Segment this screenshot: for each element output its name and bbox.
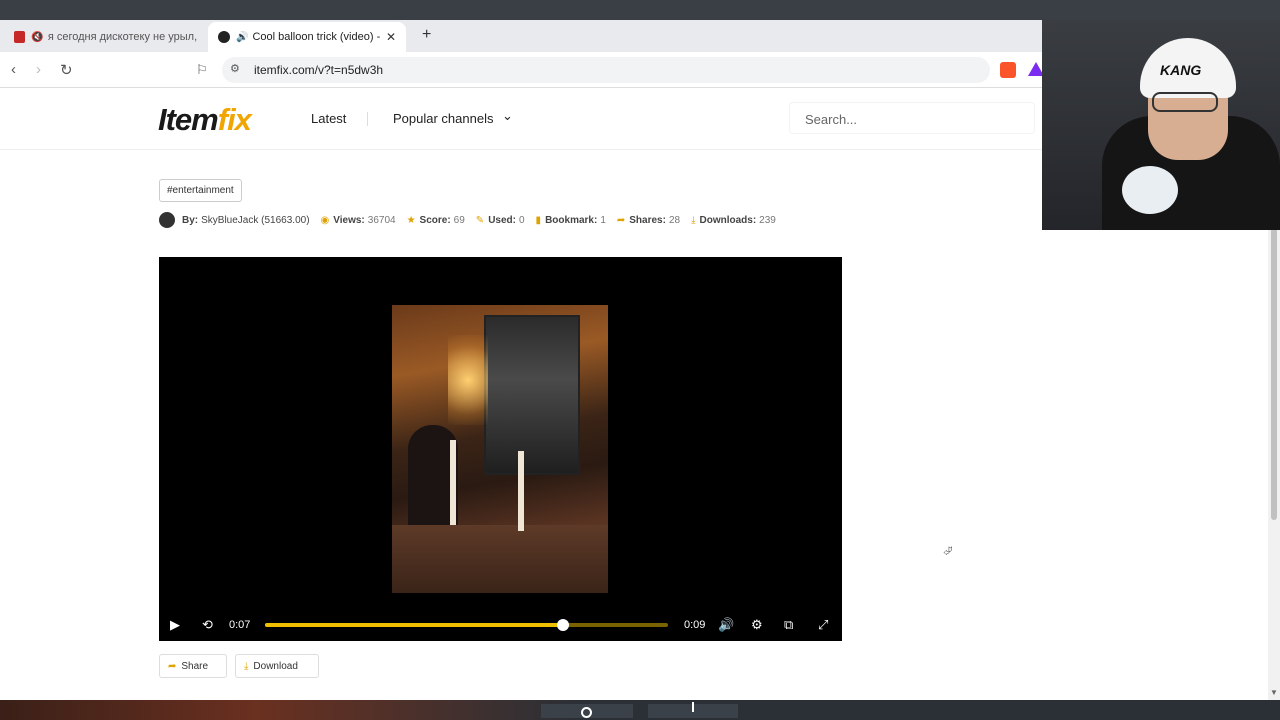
share-arrow-icon: ➦	[616, 214, 626, 226]
progress-bar[interactable]	[265, 619, 668, 631]
volume-icon[interactable]: 🔊	[718, 617, 734, 633]
tab-close-icon[interactable]: ✕	[386, 30, 396, 44]
meta-shares: ➦ Shares: 28	[617, 215, 680, 226]
taskbar-line-icon	[692, 702, 694, 712]
current-time: 0:07	[229, 619, 251, 631]
mouse-cursor-icon: ⮰	[943, 544, 953, 558]
download-button[interactable]: ⤓ Download	[235, 654, 319, 678]
new-tab-plus-icon[interactable]: +	[422, 26, 431, 44]
nav-divider	[367, 112, 368, 126]
meta-label: Used:	[488, 214, 516, 226]
meta-value: 0	[518, 214, 525, 226]
tab-favicon-icon	[14, 31, 26, 43]
author-link[interactable]: SkyBlueJack (51663.00)	[201, 215, 309, 226]
meta-bookmark: ▮ Bookmark: 1	[536, 215, 606, 226]
forward-arrow-icon[interactable]: ›	[36, 61, 41, 78]
meta-value: 36704	[367, 214, 396, 226]
meta-label: Score:	[419, 214, 451, 226]
reload-icon[interactable]: ↻	[60, 61, 73, 79]
tab-muted-icon[interactable]: 🔇	[31, 32, 43, 43]
meta-author: By: SkyBlueJack (51663.00)	[182, 215, 310, 226]
meta-used: ✎ Used: 0	[476, 215, 525, 226]
nav-popular-channels-link[interactable]: Popular channels	[393, 111, 493, 126]
webcam-microphone	[1122, 166, 1178, 214]
video-controls: ▶ ⟲ 0:07 0:09 🔊 ⚙ ⧉ ⤢	[159, 609, 842, 641]
post-meta-row: By: SkyBlueJack (51663.00) ◉ Views: 36704 ★…	[159, 212, 787, 228]
video-player[interactable]: ▶ ⟲ 0:07 0:09 🔊 ⚙ ⧉ ⤢	[159, 257, 842, 641]
meta-label: By:	[182, 214, 199, 226]
share-button[interactable]: ➦ Share	[159, 654, 227, 678]
video-frame	[392, 305, 608, 593]
play-icon[interactable]: ▶	[170, 617, 180, 633]
meta-label: Views:	[333, 214, 365, 226]
taskbar-circle-icon	[581, 707, 592, 718]
tab-favicon-icon	[218, 31, 230, 43]
rewind-10-icon[interactable]: ⟲	[202, 617, 213, 633]
meta-downloads: ⤓ Downloads: 239	[691, 215, 776, 226]
search-placeholder: Search...	[805, 112, 858, 127]
progress-handle[interactable]	[557, 619, 570, 631]
browser-tab-inactive[interactable]: 🔇 я сегодня дискотеку не урыл, а	[4, 22, 208, 52]
meta-views: ◉ Views: 36704	[321, 215, 396, 226]
webcam-glasses	[1152, 92, 1218, 112]
meta-label: Shares:	[629, 214, 666, 226]
bookmark-icon[interactable]: ⚐	[196, 62, 208, 78]
chevron-down-icon[interactable]: ⌄	[502, 108, 513, 124]
meta-value: 239	[759, 214, 776, 226]
download-icon: ⤓	[691, 214, 696, 226]
url-text: itemfix.com/v?t=n5dw3h	[254, 63, 384, 77]
video-light-glow	[448, 335, 488, 425]
meta-value: 69	[453, 214, 465, 226]
author-avatar[interactable]	[159, 212, 175, 228]
scroll-down-arrow-icon[interactable]: ▼	[1270, 688, 1278, 697]
scrollbar-thumb[interactable]	[1271, 228, 1277, 520]
fullscreen-icon[interactable]: ⤢	[818, 617, 828, 633]
meta-label: Bookmark:	[545, 214, 598, 226]
progress-fill	[265, 623, 564, 627]
picture-in-picture-icon[interactable]: ⧉	[784, 617, 793, 633]
eye-icon: ◉	[320, 214, 330, 226]
tab-title: Cool balloon trick (video) - It	[252, 31, 383, 43]
site-logo[interactable]: Itemfix	[158, 102, 252, 138]
video-window-shape	[484, 315, 580, 475]
logo-fix-text: fix	[217, 102, 252, 137]
tab-title: я сегодня дискотеку не урыл, а	[47, 31, 198, 43]
tab-audio-icon[interactable]: 🔊	[236, 32, 248, 43]
bookmark-icon: ▮	[535, 214, 542, 226]
star-icon: ★	[406, 214, 416, 226]
bottom-desktop-strip	[0, 700, 1280, 720]
site-info-icon[interactable]: ⚙	[230, 62, 240, 75]
browser-tab-active[interactable]: 🔊 Cool balloon trick (video) - It ✕	[208, 22, 406, 52]
video-table-shape	[392, 525, 608, 593]
share-arrow-icon: ➦	[168, 660, 177, 672]
back-arrow-icon[interactable]: ‹	[11, 61, 16, 78]
logo-item-text: Item	[158, 102, 219, 137]
nav-latest-link[interactable]: Latest	[311, 111, 346, 126]
video-candle-shape	[518, 451, 524, 531]
video-candle-shape	[450, 440, 456, 525]
meta-value: 28	[668, 214, 681, 226]
duration-time: 0:09	[684, 619, 706, 631]
webcam-cap-text: KANG	[1160, 62, 1202, 78]
meta-score: ★ Score: 69	[407, 215, 465, 226]
download-label: Download	[253, 660, 298, 672]
wrench-icon: ✎	[475, 214, 485, 226]
settings-gear-icon[interactable]: ⚙	[751, 617, 763, 633]
search-input[interactable]: Search...	[789, 102, 1035, 134]
meta-label: Downloads:	[699, 214, 757, 226]
address-bar[interactable]: ⚙ itemfix.com/v?t=n5dw3h	[222, 57, 990, 83]
download-icon: ⤓	[244, 660, 249, 672]
category-tag[interactable]: #entertainment	[159, 179, 242, 202]
share-label: Share	[181, 660, 209, 672]
webcam-overlay: KANG	[1042, 20, 1280, 230]
meta-value: 1	[600, 214, 606, 226]
brave-shields-icon[interactable]	[1000, 62, 1016, 78]
desktop-background-strip	[0, 0, 1280, 20]
